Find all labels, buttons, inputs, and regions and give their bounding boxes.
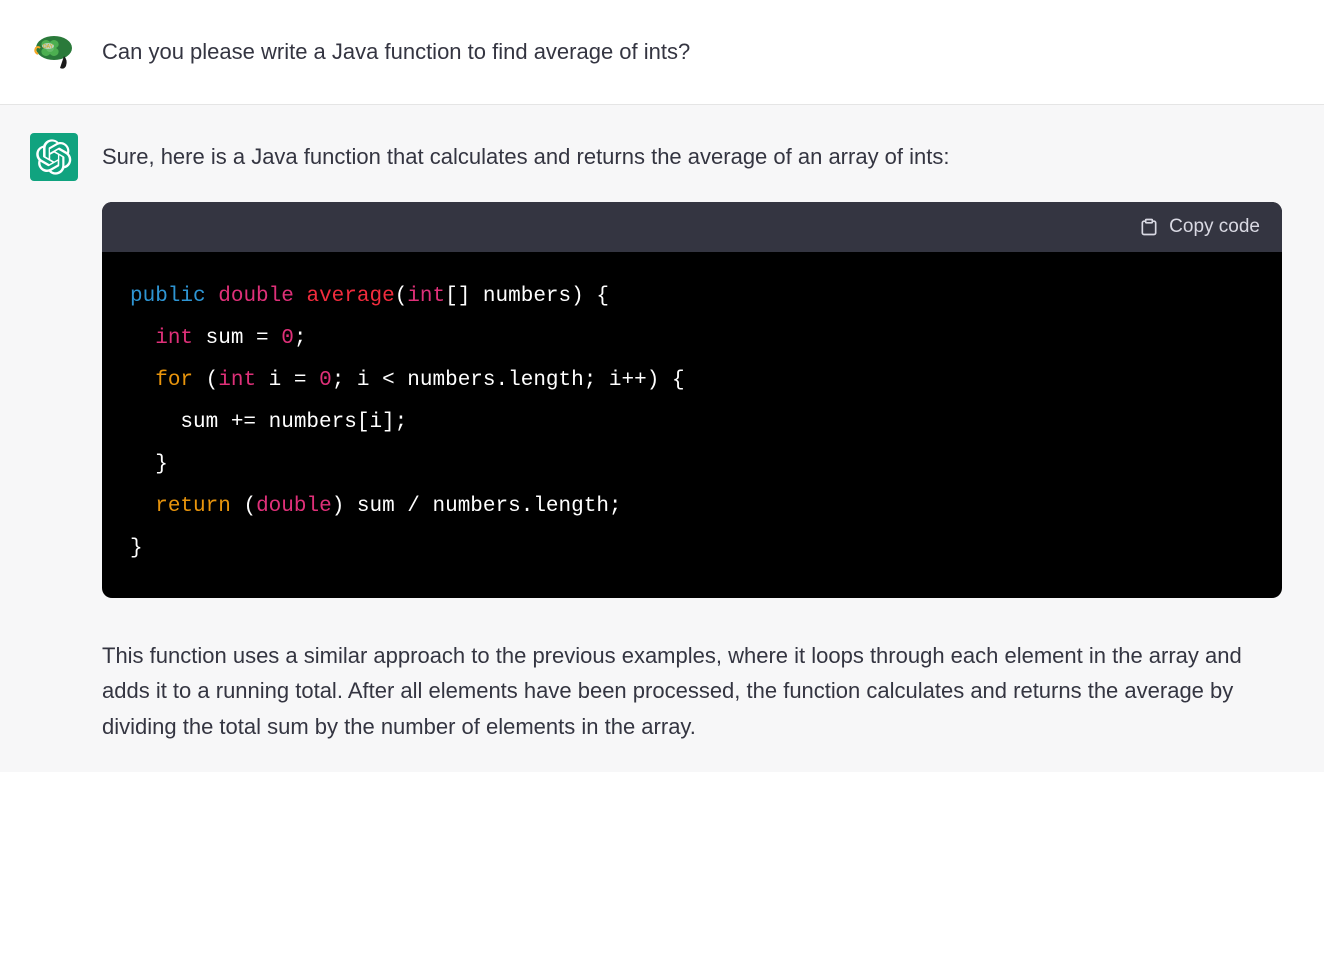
code-token: [] numbers) { <box>445 285 609 308</box>
assistant-content: Sure, here is a Java function that calcu… <box>102 133 1282 744</box>
code-token: int <box>218 369 256 392</box>
assistant-message: Sure, here is a Java function that calcu… <box>0 105 1324 772</box>
code-token: double <box>256 495 332 518</box>
assistant-logo-icon <box>36 139 72 175</box>
user-avatar: DAY <box>30 28 78 76</box>
code-token: average <box>306 285 394 308</box>
code-token: } <box>130 453 168 476</box>
code-token: public <box>130 285 206 308</box>
code-token: int <box>155 327 193 350</box>
code-token: return <box>155 495 231 518</box>
code-content: public double average(int[] numbers) { i… <box>102 252 1282 598</box>
assistant-explanation-text: This function uses a similar approach to… <box>102 638 1282 744</box>
code-token: ( <box>193 369 218 392</box>
code-block: Copy code public double average(int[] nu… <box>102 202 1282 598</box>
code-token: 0 <box>281 327 294 350</box>
copy-code-button[interactable]: Copy code <box>1139 216 1260 238</box>
user-question-text: Can you please write a Java function to … <box>102 28 1282 76</box>
user-avatar-icon: DAY <box>30 28 78 76</box>
copy-code-label: Copy code <box>1169 216 1260 238</box>
code-token: i = <box>256 369 319 392</box>
code-token: 0 <box>319 369 332 392</box>
code-token: ; i < numbers.length; i++) { <box>332 369 685 392</box>
code-token: ; <box>294 327 307 350</box>
code-token: ( <box>231 495 256 518</box>
svg-text:DAY: DAY <box>43 44 54 50</box>
user-message: DAY Can you please write a Java function… <box>0 0 1324 105</box>
code-token: ) sum / numbers.length; <box>332 495 622 518</box>
code-token: sum = <box>193 327 281 350</box>
assistant-intro-text: Sure, here is a Java function that calcu… <box>102 139 1282 174</box>
code-token: for <box>155 369 193 392</box>
code-token: } <box>130 537 143 560</box>
code-token: sum += numbers[i]; <box>130 411 407 434</box>
code-header: Copy code <box>102 202 1282 252</box>
code-token: int <box>407 285 445 308</box>
code-token: double <box>218 285 294 308</box>
assistant-avatar <box>30 133 78 181</box>
clipboard-icon <box>1139 217 1159 237</box>
